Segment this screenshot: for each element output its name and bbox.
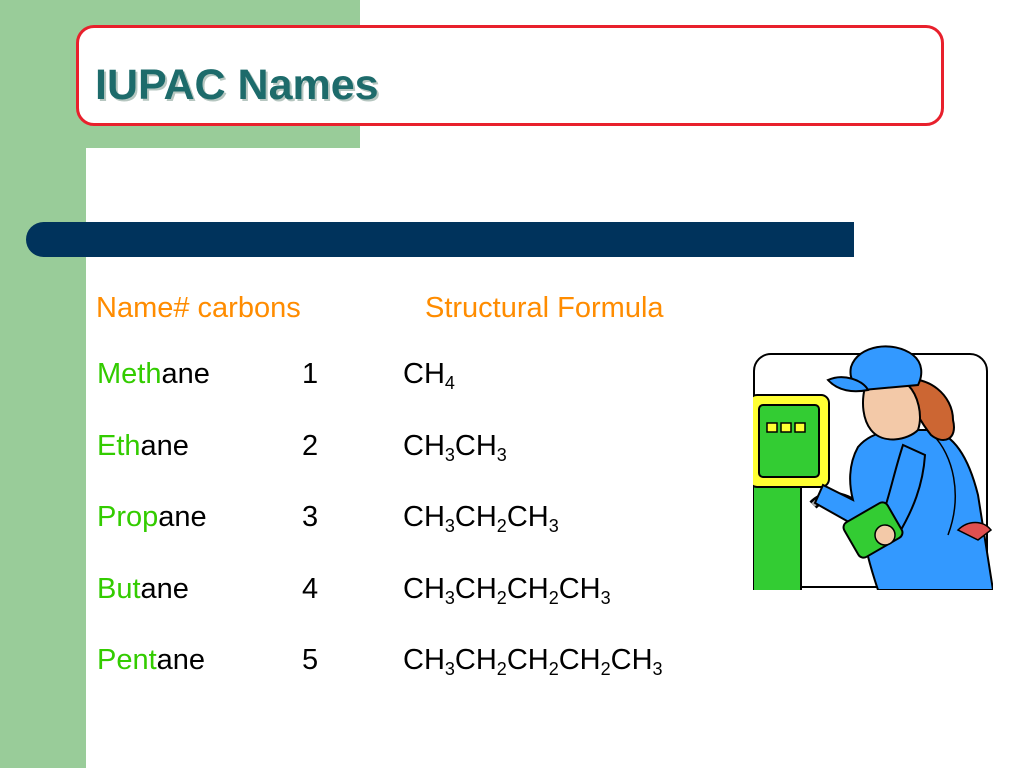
formula-group: CH [403, 430, 445, 462]
alkane-name: Butane [97, 573, 189, 606]
formula-subscript: 3 [444, 516, 455, 536]
accent-strip-left [0, 0, 86, 768]
header-name-carbons: Name# carbons [96, 292, 301, 324]
alkane-suffix: ane [140, 573, 189, 605]
alkane-prefix: Prop [97, 501, 159, 533]
formula-group: CH [506, 573, 549, 605]
structural-formula: CH3CH3 [403, 430, 507, 466]
gas-pump-illustration [753, 345, 993, 590]
formula-group: CH [558, 573, 601, 605]
carbon-count: 5 [302, 644, 319, 676]
carbon-count: 3 [302, 501, 319, 533]
alkane-suffix: ane [156, 644, 206, 676]
alkane-suffix: ane [140, 430, 189, 462]
formula-group: CH [403, 358, 445, 390]
formula-group: CH [506, 501, 549, 533]
formula-subscript: 2 [496, 659, 507, 679]
formula-subscript: 2 [548, 588, 559, 608]
structural-formula: CH3CH2CH2CH2CH3 [403, 644, 663, 680]
carbon-count: 1 [302, 358, 319, 390]
structural-formula: CH4 [403, 358, 455, 394]
formula-subscript: 3 [444, 445, 455, 465]
formula-subscript: 2 [496, 516, 507, 536]
formula-group: CH [454, 644, 497, 676]
page-title: IUPAC Names [95, 61, 379, 109]
formula-subscript: 3 [444, 659, 455, 679]
formula-subscript: 2 [600, 659, 611, 679]
structural-formula: CH3CH2CH2CH3 [403, 573, 611, 609]
carbon-count: 2 [302, 430, 319, 462]
header-structural-formula: Structural Formula [425, 292, 664, 324]
formula-group: CH [454, 573, 497, 605]
formula-subscript: 3 [444, 588, 455, 608]
formula-subscript: 2 [496, 588, 507, 608]
carbon-count: 4 [302, 573, 319, 605]
formula-subscript: 3 [496, 445, 507, 465]
alkane-name: Propane [97, 501, 207, 534]
formula-subscript: 2 [548, 659, 559, 679]
structural-formula: CH3CH2CH3 [403, 501, 559, 537]
alkane-name: Ethane [97, 430, 189, 463]
formula-group: CH [558, 644, 601, 676]
formula-group: CH [506, 644, 549, 676]
alkane-prefix: Eth [97, 430, 141, 462]
formula-group: CH [403, 644, 445, 676]
alkane-suffix: ane [158, 501, 207, 533]
formula-group: CH [454, 501, 497, 533]
alkane-suffix: ane [161, 358, 210, 390]
formula-subscript: 3 [600, 588, 611, 608]
alkane-prefix: But [97, 573, 141, 605]
formula-subscript: 3 [652, 659, 663, 679]
formula-subscript: 3 [548, 516, 559, 536]
alkane-prefix: Meth [97, 358, 162, 390]
formula-group: CH [610, 644, 653, 676]
formula-subscript: 4 [444, 373, 455, 393]
formula-group: CH [454, 430, 497, 462]
alkane-prefix: Pent [97, 644, 157, 676]
divider-bar [26, 222, 854, 257]
alkane-name: Methane [97, 358, 210, 391]
formula-group: CH [403, 501, 445, 533]
alkane-name: Pentane [97, 644, 205, 677]
formula-group: CH [403, 573, 445, 605]
gas-pump-attendant-icon [753, 345, 993, 590]
